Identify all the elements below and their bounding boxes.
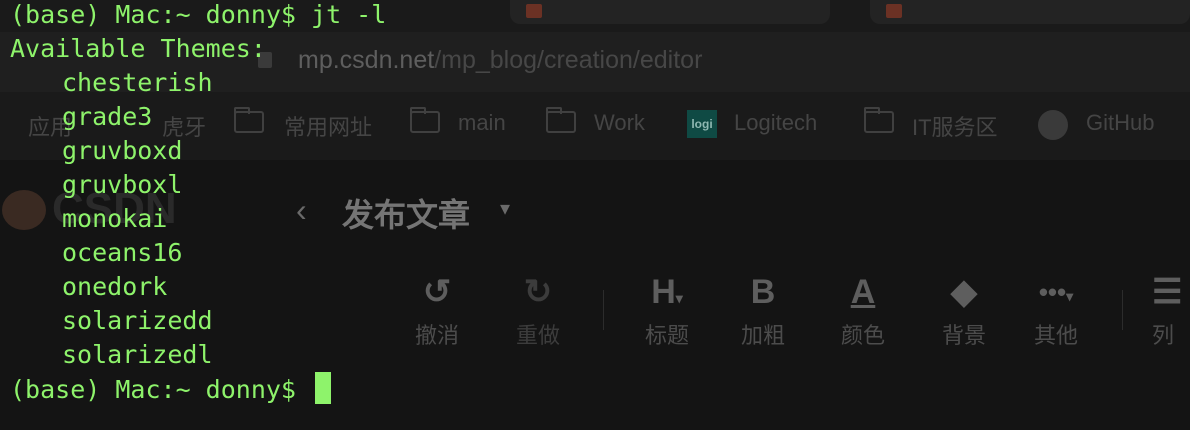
theme-list-item: oceans16 (62, 238, 183, 267)
theme-list-item: gruvboxl (62, 170, 183, 199)
output-header: Available Themes: (10, 34, 266, 63)
command-text: jt -l (311, 0, 387, 29)
shell-prompt: (base) Mac:~ donny$ (10, 375, 312, 404)
theme-list-item: grade3 (62, 102, 153, 131)
theme-list-item: chesterish (62, 68, 213, 97)
text-cursor (315, 372, 332, 404)
shell-prompt: (base) Mac:~ donny$ (10, 0, 312, 29)
terminal-window[interactable]: (base) Mac:~ donny$ jt -l Available Them… (0, 0, 1190, 430)
theme-list-item: gruvboxd (62, 136, 183, 165)
theme-list-item: onedork (62, 272, 168, 301)
active-prompt-line[interactable]: (base) Mac:~ donny$ (10, 372, 332, 406)
theme-list-item: solarizedd (62, 306, 213, 335)
theme-list-item: monokai (62, 204, 168, 233)
command-line: (base) Mac:~ donny$ jt -l (10, 0, 386, 32)
theme-list-item: solarizedl (62, 340, 213, 369)
